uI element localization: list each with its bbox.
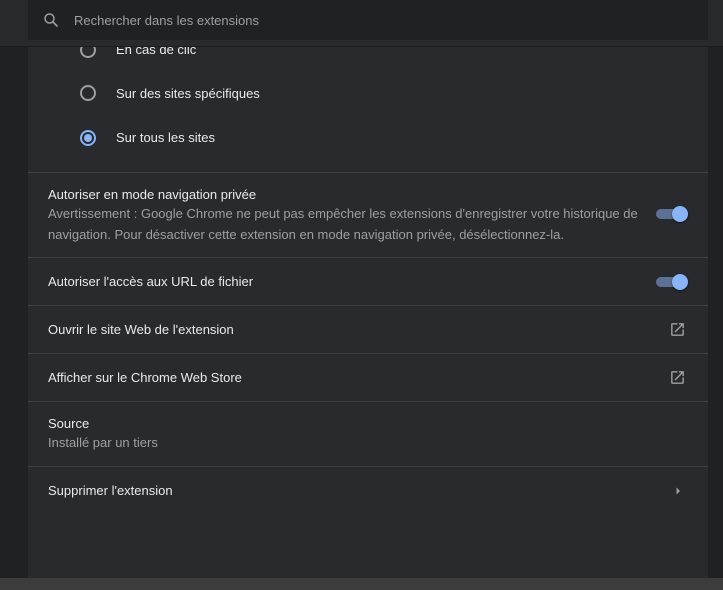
left-margin <box>0 47 28 578</box>
divider <box>28 353 708 354</box>
right-margin <box>708 47 723 578</box>
divider <box>28 466 708 467</box>
radio-button-selected[interactable] <box>80 130 96 146</box>
divider <box>28 305 708 306</box>
open-in-new-icon[interactable] <box>669 369 686 386</box>
web-store-title: Afficher sur le Chrome Web Store <box>48 370 242 385</box>
source-value: Installé par un tiers <box>48 435 158 450</box>
search-input[interactable] <box>74 0 674 40</box>
radio-option-specific-sites[interactable]: Sur des sites spécifiques <box>28 72 708 116</box>
chevron-right-icon[interactable] <box>673 486 683 496</box>
radio-label: Sur des sites spécifiques <box>116 86 260 101</box>
radio-label: Sur tous les sites <box>116 130 215 145</box>
extension-details-card: En cas de clic Sur des sites spécifiques… <box>28 47 708 578</box>
search-box[interactable] <box>28 0 708 40</box>
toggle-knob <box>672 206 688 222</box>
search-icon[interactable] <box>42 11 60 29</box>
radio-button[interactable] <box>80 85 96 101</box>
toggle-knob <box>672 274 688 290</box>
divider <box>28 257 708 258</box>
divider <box>28 172 708 173</box>
radio-button[interactable] <box>80 47 96 58</box>
incognito-warning-line1: Avertissement : Google Chrome ne peut pa… <box>48 206 638 221</box>
bottom-scroll-area <box>0 578 723 590</box>
top-toolbar <box>0 0 723 47</box>
radio-option-on-click[interactable]: En cas de clic <box>28 47 708 72</box>
file-urls-toggle[interactable] <box>656 273 688 291</box>
radio-option-all-sites[interactable]: Sur tous les sites <box>28 116 708 160</box>
incognito-title: Autoriser en mode navigation privée <box>48 187 257 202</box>
open-in-new-icon[interactable] <box>669 321 686 338</box>
remove-extension-title: Supprimer l'extension <box>48 483 173 498</box>
incognito-warning-line2: navigation. Pour désactiver cette extens… <box>48 227 564 242</box>
source-title: Source <box>48 416 90 431</box>
divider <box>28 401 708 402</box>
radio-label: En cas de clic <box>116 47 197 57</box>
incognito-toggle[interactable] <box>656 205 688 223</box>
open-website-title: Ouvrir le site Web de l'extension <box>48 322 234 337</box>
file-urls-title: Autoriser l'accès aux URL de fichier <box>48 274 254 289</box>
